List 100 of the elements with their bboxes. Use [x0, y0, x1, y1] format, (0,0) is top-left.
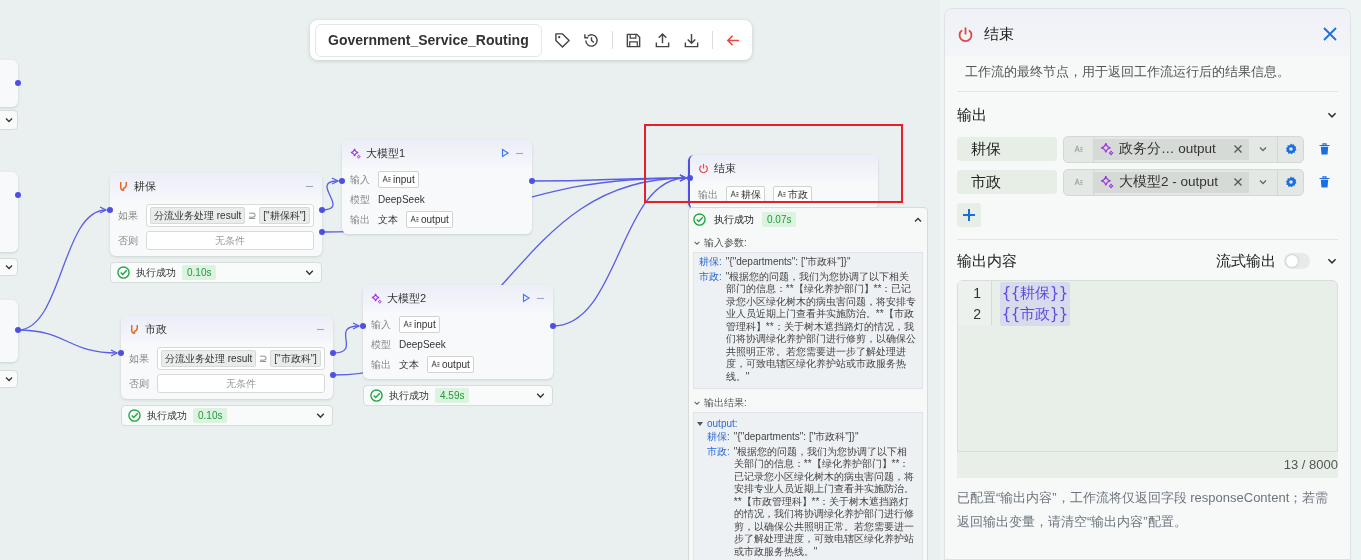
node-title: 大模型1	[366, 146, 406, 161]
status-text: 执行成功	[714, 213, 754, 227]
section-title: 输出内容	[957, 250, 1017, 271]
connection-port[interactable]	[107, 207, 113, 213]
text-type-icon	[410, 215, 419, 223]
connection-port[interactable]	[15, 80, 21, 86]
power-icon	[957, 25, 974, 43]
text-type-icon	[1074, 178, 1083, 186]
json-key: output:	[707, 416, 738, 431]
connection-port[interactable]	[118, 350, 124, 356]
history-icon[interactable]	[582, 31, 600, 49]
json-value: "{"departments": ["市政科"]}"	[733, 431, 859, 444]
delete-icon[interactable]	[1318, 143, 1330, 155]
connection-port[interactable]	[330, 350, 336, 356]
field-label: 输入	[350, 172, 370, 187]
operator-symbol: ⊇	[248, 208, 257, 223]
connection-port[interactable]	[15, 192, 21, 198]
panel-description: 工作流的最终节点，用于返回工作流运行后的结果信息。	[957, 55, 1338, 92]
connection-port[interactable]	[330, 372, 336, 378]
status-text: 执行成功	[147, 409, 187, 423]
tag-icon[interactable]	[553, 31, 571, 49]
settings-icon[interactable]	[1284, 176, 1297, 188]
condition-field[interactable]: 分流业务处理 result ⊇ ["耕保科"]	[146, 203, 314, 227]
chevron-down-icon[interactable]	[4, 374, 14, 384]
field-label: 如果	[118, 208, 138, 223]
field-value: DeepSeek	[399, 337, 446, 352]
value-chip: ["耕保科"]	[259, 206, 310, 224]
branch-icon	[118, 180, 129, 192]
field-label: 输出	[350, 212, 370, 227]
variable-name-field[interactable]: 市政	[957, 170, 1057, 194]
tag-text: input	[393, 172, 415, 187]
duration-badge: 0.07s	[762, 212, 797, 227]
connection-port[interactable]	[319, 229, 325, 235]
field-label: 如果	[129, 351, 149, 366]
play-icon[interactable]	[521, 293, 531, 304]
tag-text: output	[421, 212, 449, 227]
save-icon[interactable]	[624, 31, 642, 49]
toggle-label: 流式输出	[1216, 250, 1276, 271]
sparkle-icon	[371, 292, 382, 304]
status-text: 执行成功	[389, 389, 429, 403]
caret-down-icon[interactable]	[697, 420, 703, 427]
tag-text: 耕保	[741, 187, 761, 202]
chevron-down-icon[interactable]	[4, 115, 14, 125]
variable-chip: 分流业务处理 result	[161, 349, 257, 367]
text-type-icon	[403, 320, 412, 328]
connection-port[interactable]	[319, 207, 325, 213]
clear-icon[interactable]	[1233, 177, 1243, 187]
node-title: 耕保	[134, 179, 156, 194]
field-value: DeepSeek	[378, 192, 425, 207]
duration-badge: 0.10s	[193, 408, 228, 423]
check-circle-icon	[117, 266, 130, 279]
power-icon	[698, 162, 709, 174]
text-type-icon	[431, 360, 440, 368]
clear-icon[interactable]	[1233, 144, 1243, 154]
condition-field[interactable]: 分流业务处理 result ⊇ ["市政科"]	[157, 346, 325, 370]
chevron-down-icon[interactable]	[4, 262, 14, 272]
type-label: 文本	[378, 212, 398, 227]
connection-port[interactable]	[529, 178, 535, 184]
line-number: 1	[972, 284, 982, 303]
template-variable: {{市政}}	[1000, 303, 1071, 326]
condition-node[interactable]: 市政 如果 分流业务处理 result ⊇ ["市政科"] 否则 无条件	[121, 316, 333, 399]
execution-status-bar[interactable]: 执行成功 0.10s	[110, 262, 322, 283]
add-button[interactable]	[957, 202, 981, 227]
condition-node[interactable]: 耕保 如果 分流业务处理 result ⊇ ["耕保科"] 否则 无条件	[110, 173, 322, 256]
code-editor[interactable]: 1 2 {{耕保}} {{市政}}	[957, 280, 1338, 452]
help-text: 已配置“输出内容”，工作流将仅返回字段 responseContent；若需返回输出变量，请清空“输出内容”配置。	[957, 488, 1330, 531]
model-node[interactable]: 大模型2 输入 input 模型 DeepSeek 输出 文本 output	[363, 285, 553, 379]
tag-text: 市政	[788, 187, 808, 202]
workflow-title[interactable]: Government_Service_Routing	[315, 23, 542, 57]
variable-name-field[interactable]: 耕保	[957, 137, 1057, 161]
end-node[interactable]: 结束 输出 耕保 市政	[688, 155, 878, 209]
plus-icon	[962, 207, 976, 222]
execution-status-bar[interactable]: 执行成功 4.59s	[363, 385, 553, 406]
character-counter: 13 / 8000	[957, 452, 1338, 478]
stream-toggle[interactable]	[1284, 252, 1310, 269]
template-variable: {{耕保}}	[1000, 282, 1071, 305]
field-label: 输出	[371, 357, 391, 372]
check-circle-icon	[370, 389, 383, 402]
variable-reference-select[interactable]: 政务分… output	[1063, 135, 1304, 163]
text-type-icon	[777, 190, 786, 198]
delete-icon[interactable]	[1318, 176, 1330, 188]
connection-port[interactable]	[550, 323, 556, 329]
connection-port[interactable]	[339, 178, 345, 184]
settings-icon[interactable]	[1284, 143, 1297, 155]
reference-text: 大模型2 - output	[1119, 172, 1219, 191]
connection-port[interactable]	[687, 175, 693, 181]
json-key: 市政:	[699, 270, 722, 383]
panel-title: 结束	[984, 24, 1014, 44]
upload-icon[interactable]	[653, 31, 671, 49]
text-type-icon	[730, 190, 739, 198]
connection-port[interactable]	[360, 323, 366, 329]
execution-status-bar[interactable]: 执行成功 0.10s	[121, 405, 333, 426]
close-icon[interactable]	[1322, 26, 1338, 43]
duration-badge: 0.10s	[182, 265, 217, 280]
connection-port[interactable]	[15, 327, 21, 333]
variable-reference-select[interactable]: 大模型2 - output	[1063, 168, 1304, 196]
model-node[interactable]: 大模型1 输入 input 模型 DeepSeek 输出 文本 output	[342, 140, 532, 234]
download-icon[interactable]	[682, 31, 700, 49]
duration-badge: 4.59s	[435, 388, 470, 403]
play-icon[interactable]	[500, 148, 510, 159]
